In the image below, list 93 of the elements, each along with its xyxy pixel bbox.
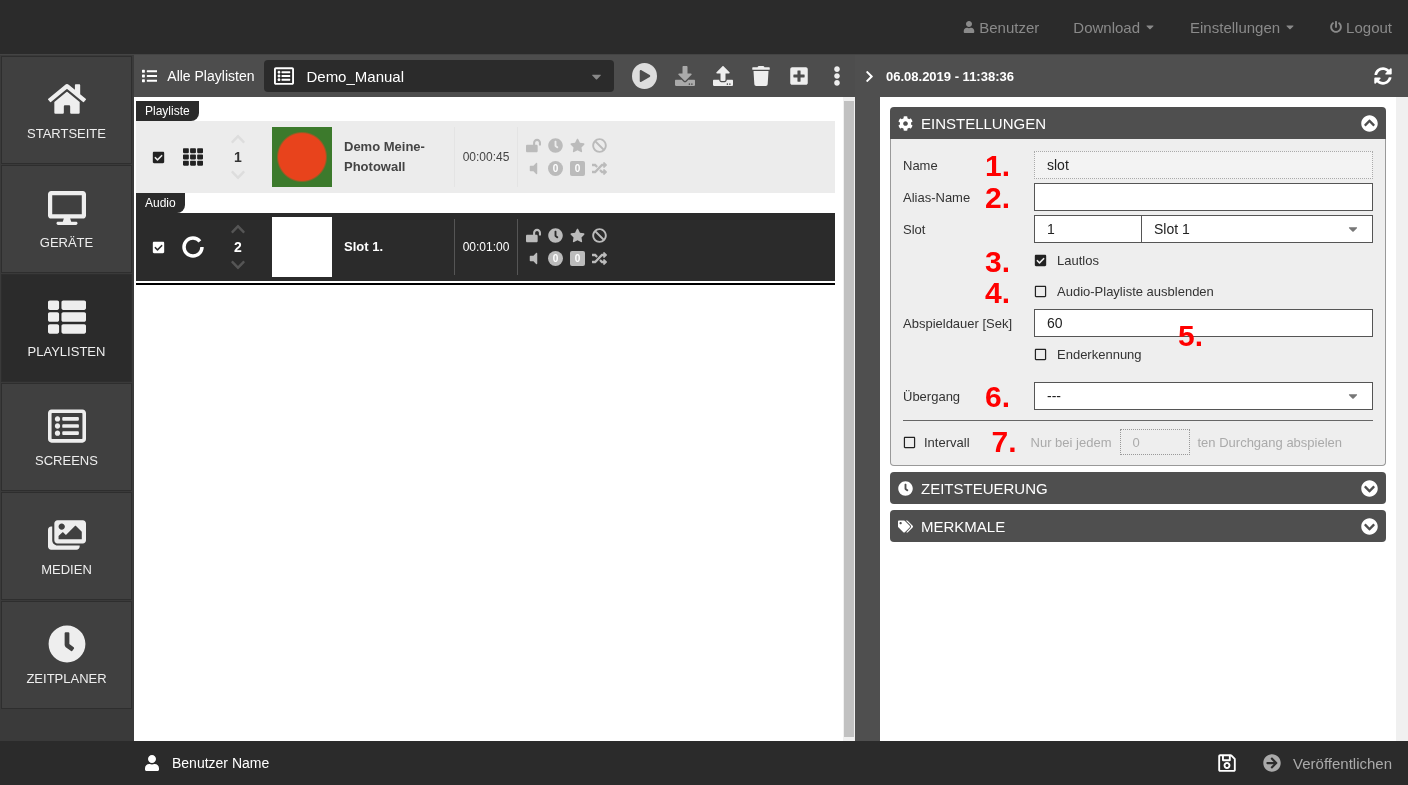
count-badge: 0	[548, 251, 563, 266]
nav-link[interactable]: Benutzer	[963, 18, 1040, 36]
playlist-select[interactable]: Demo_Manual	[264, 60, 615, 92]
expand-icon	[1361, 517, 1378, 535]
list-icon	[274, 66, 295, 86]
play-icon[interactable]	[632, 63, 657, 89]
section-tag: Audio	[136, 193, 185, 213]
annotation-number: 7.	[991, 427, 1017, 457]
annotation-number: 6.	[985, 381, 1011, 412]
sidebar-item[interactable]: GERÄTE	[1, 165, 132, 273]
checkbox[interactable]	[151, 240, 165, 254]
panel-header[interactable]: EINSTELLUNGEN	[890, 107, 1386, 139]
checkbox-label: Lautlos	[1057, 253, 1099, 268]
input-field[interactable]	[1034, 183, 1373, 211]
count-badge: 0	[570, 251, 585, 266]
playlist-row[interactable]: 2 Slot 1. 00:01:00 0 0	[136, 213, 835, 283]
field-label: Slot	[903, 221, 926, 237]
nav-link[interactable]: Logout	[1330, 18, 1392, 36]
count-badge: 0	[570, 161, 585, 176]
select-field[interactable]: ---	[1034, 382, 1373, 410]
user-icon	[963, 21, 976, 33]
sidebar-item[interactable]: SCREENS	[1, 383, 132, 491]
collapse-icon	[1361, 114, 1378, 132]
nav-link[interactable]: Einstellungen	[1190, 18, 1297, 36]
panel-header[interactable]: ZEITSTEUERUNG	[890, 472, 1386, 504]
ban-icon[interactable]	[592, 228, 607, 243]
item-title: Demo Meine-Photowall	[344, 138, 426, 176]
checkbox[interactable]	[151, 150, 165, 164]
refresh-icon[interactable]	[1374, 67, 1392, 85]
section-tag: Playliste	[136, 101, 199, 121]
item-duration: 00:01:00	[461, 240, 511, 254]
field-label: Alias-Name	[903, 189, 971, 205]
devices-icon	[47, 188, 86, 227]
clock-icon	[47, 624, 86, 663]
expand-icon	[1361, 479, 1378, 497]
checkbox[interactable]	[1034, 254, 1047, 267]
list-icon	[47, 297, 86, 336]
sidebar-item[interactable]: MEDIEN	[1, 492, 132, 600]
nav-link[interactable]: Download	[1073, 18, 1157, 36]
ring-icon	[181, 235, 205, 259]
input-field[interactable]: slot	[1034, 151, 1373, 179]
sidebar-item[interactable]: PLAYLISTEN	[1, 274, 132, 382]
chevron-icon[interactable]	[863, 69, 876, 83]
sidebar-item[interactable]: STARTSEITE	[1, 56, 132, 164]
field-label: Name	[903, 157, 938, 173]
star-icon[interactable]	[570, 228, 585, 243]
annotation-number: 1.	[985, 150, 1011, 181]
position-number: 1	[234, 149, 242, 165]
panel-header[interactable]: MERKMALE	[890, 510, 1386, 542]
download-icon[interactable]	[675, 66, 695, 86]
checkbox-label: Enderkennung	[1057, 347, 1142, 362]
annotation-number: 3.	[985, 246, 1011, 277]
unlock-icon[interactable]	[526, 228, 541, 243]
screens-icon	[47, 406, 86, 445]
playlist-title: Alle Playlisten	[167, 68, 255, 84]
power-icon	[1330, 21, 1343, 33]
checkbox[interactable]	[1034, 285, 1047, 298]
playlist-row[interactable]: 1 Demo Meine-Photowall 00:00:45 0 0	[136, 121, 835, 193]
field-label: Übergang	[903, 388, 961, 404]
trash-icon[interactable]	[751, 66, 771, 86]
annotation-number: 4.	[985, 277, 1011, 308]
arrow-icon	[1263, 754, 1282, 772]
count-badge: 0	[548, 161, 563, 176]
list-icon	[142, 68, 158, 84]
checkbox-label: Intervall	[924, 434, 970, 450]
add-icon[interactable]	[789, 66, 809, 86]
position-number: 2	[234, 239, 242, 255]
clock-icon	[898, 480, 913, 496]
annotation-number: 2.	[985, 182, 1011, 213]
item-title: Slot 1.	[344, 238, 384, 256]
user-icon	[144, 755, 160, 771]
field-label: Abspieldauer [Sek]	[903, 315, 1013, 331]
grid-icon	[183, 147, 203, 167]
sidebar-item[interactable]: ZEITPLANER	[1, 601, 132, 709]
input-field[interactable]: 1	[1034, 215, 1142, 243]
item-duration: 00:00:45	[461, 150, 511, 164]
shuffle-icon[interactable]	[592, 251, 607, 266]
scrollbar[interactable]	[1396, 97, 1408, 741]
interval-prefix: Nur bei jedem	[1030, 434, 1112, 450]
timestamp: 06.08.2019 - 11:38:36	[886, 68, 1015, 84]
interval-suffix: ten Durchgang abspielen	[1197, 434, 1343, 450]
select-field[interactable]: Slot 1	[1142, 215, 1373, 243]
checkbox-label: Audio-Playliste ausblenden	[1057, 284, 1214, 299]
upload-icon[interactable]	[713, 66, 733, 86]
settings-icon	[898, 115, 913, 131]
user-name: Benutzer Name	[172, 755, 271, 771]
publish-link[interactable]: Veröffentlichen	[1293, 754, 1392, 772]
scrollbar[interactable]	[843, 97, 855, 741]
save-icon[interactable]	[1217, 753, 1238, 773]
star-icon[interactable]	[570, 138, 585, 153]
clock-icon[interactable]	[548, 228, 563, 243]
checkbox[interactable]	[1034, 348, 1047, 361]
tag-icon	[898, 518, 913, 534]
